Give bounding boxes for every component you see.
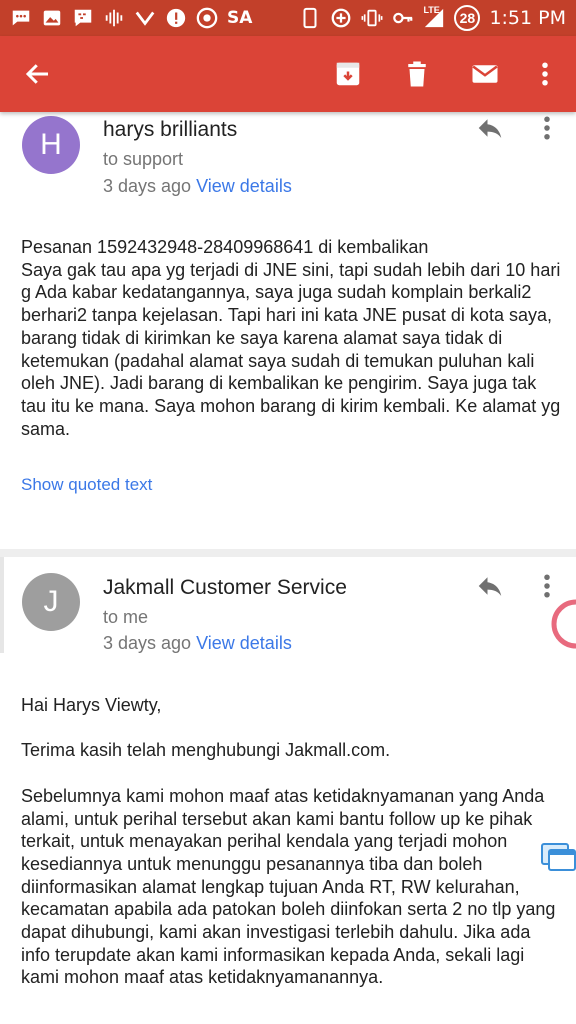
more-options-button[interactable] [525,54,565,94]
signal-icon: LTE [423,5,445,29]
back-button[interactable] [18,54,58,94]
alert-icon [165,7,187,29]
avatar-letter: H [40,128,62,161]
clock: 1:51 PM [489,7,566,29]
back-arrow-icon [25,64,48,84]
recipient-line: to support [103,149,184,169]
chat-icon [10,7,32,29]
reply-icon [478,577,502,596]
phone-icon [299,7,321,29]
notification-count-badge: 28 [454,5,481,31]
delete-button[interactable] [397,54,437,94]
archive-icon [336,62,360,86]
data-saver-icon [330,7,352,29]
view-details-link[interactable]: View details [196,633,292,653]
reply-button[interactable] [473,569,507,603]
bbm-icon [72,7,94,29]
card-edge [0,557,4,653]
archive-button[interactable] [328,54,368,94]
avatar[interactable]: J [22,573,80,631]
avatar-letter: J [43,585,59,618]
reply-button[interactable] [473,111,507,145]
app-toolbar [0,36,576,112]
date-line: 3 days ago View details [103,176,292,197]
message-date: 3 days ago [103,176,192,196]
sender-name: harys brilliants [103,118,238,141]
voice-icon [103,7,125,29]
network-label: LTE [423,5,440,15]
message-more-button[interactable] [530,111,564,145]
mail-icon [472,65,498,83]
floating-window-icon[interactable] [540,838,576,874]
vibrate-icon [361,7,383,29]
avatar[interactable]: H [22,116,80,174]
recipient-line: to me [103,607,149,627]
more-vert-icon [544,574,550,598]
carrier-text: SA [227,8,253,28]
vee-icon [134,7,156,29]
loading-spinner-icon [551,599,576,649]
message-divider [0,549,576,557]
sender-name: Jakmall Customer Service [103,576,347,599]
status-bar: SA LTE 28 1:51 PM [0,0,576,36]
more-vert-icon [544,116,550,140]
date-line: 3 days ago View details [103,633,292,654]
key-icon [392,7,414,29]
show-quoted-text-link[interactable]: Show quoted text [21,475,152,495]
message-date: 3 days ago [103,633,192,653]
more-vert-icon [542,62,548,86]
message-body: Pesanan 1592432948-28409968641 di kembal… [21,237,561,439]
reply-icon [478,119,502,138]
mark-unread-button[interactable] [465,54,505,94]
view-details-link[interactable]: View details [196,176,292,196]
message-body: Hai Harys Viewty, Terima kasih telah men… [21,695,556,988]
delete-icon [408,61,426,87]
chrome-icon [196,7,218,29]
gallery-icon [41,7,63,29]
